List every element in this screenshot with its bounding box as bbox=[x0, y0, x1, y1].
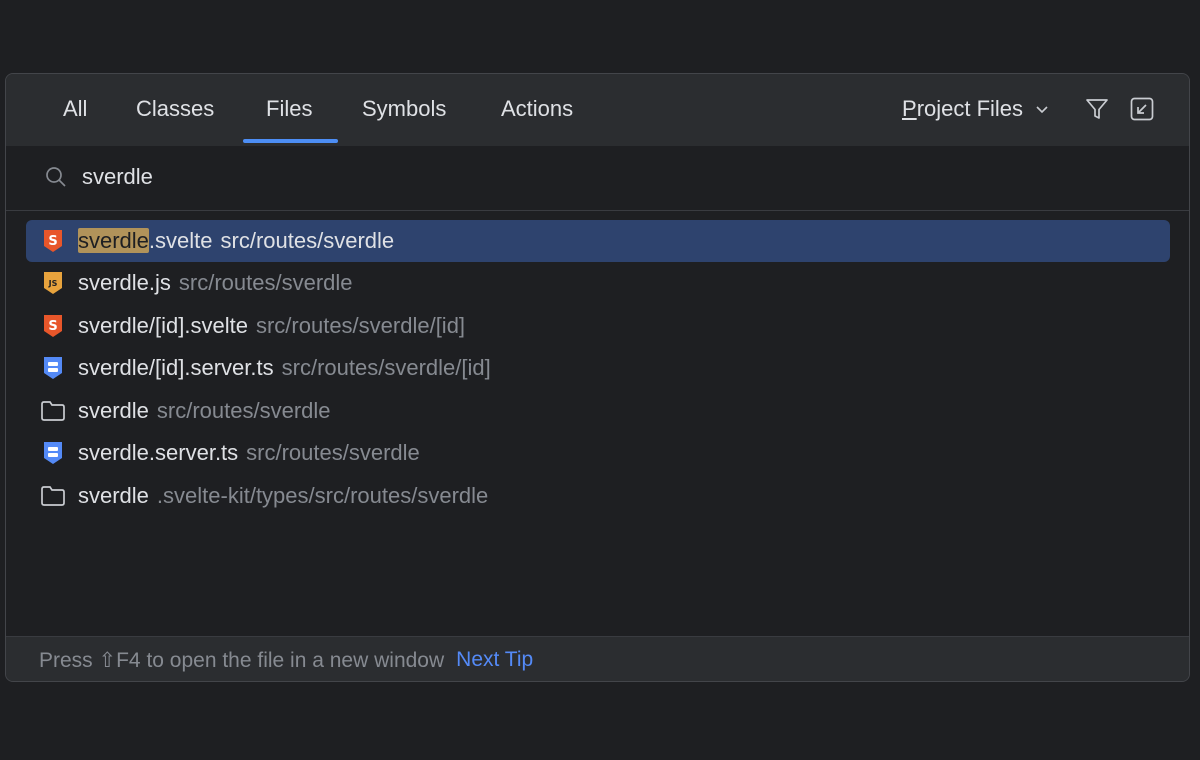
tab-files[interactable]: Files bbox=[266, 96, 312, 122]
result-path: src/routes/sverdle bbox=[220, 228, 395, 253]
popup-header: All Classes Files Symbols Actions Projec… bbox=[6, 74, 1189, 146]
result-path: src/routes/sverdle bbox=[156, 398, 331, 423]
result-row[interactable]: S sverdle/[id].svelte src/routes/sverdle… bbox=[26, 305, 1170, 347]
svg-text:S: S bbox=[48, 234, 57, 249]
results-list: S sverdle.svelte src/routes/sverdle JS s… bbox=[6, 210, 1189, 636]
result-name: sverdle.svelte bbox=[78, 228, 213, 253]
svelte-file-icon: S bbox=[40, 228, 66, 254]
scope-label: roject Files bbox=[916, 96, 1024, 121]
js-file-icon: JS bbox=[40, 270, 66, 296]
result-path: src/routes/sverdle/[id] bbox=[255, 313, 466, 338]
scope-dropdown[interactable]: Project Files bbox=[902, 96, 1049, 122]
tab-classes[interactable]: Classes bbox=[136, 96, 214, 122]
result-name: sverdle/[id].server.ts bbox=[78, 355, 274, 380]
open-in-tool-window-icon[interactable] bbox=[1129, 96, 1155, 122]
folder-icon bbox=[40, 398, 66, 424]
result-path: src/routes/sverdle/[id] bbox=[281, 355, 491, 380]
result-row[interactable]: sverdle.server.ts src/routes/sverdle bbox=[26, 432, 1170, 474]
result-row[interactable]: sverdle src/routes/sverdle bbox=[26, 390, 1170, 432]
search-bar bbox=[6, 146, 1189, 210]
svg-text:S: S bbox=[48, 319, 57, 334]
next-tip-link[interactable]: Next Tip bbox=[456, 648, 533, 672]
svelte-file-icon: S bbox=[40, 313, 66, 339]
tab-symbols[interactable]: Symbols bbox=[362, 96, 446, 122]
tip-text: Press ⇧F4 to open the file in a new wind… bbox=[39, 648, 445, 672]
folder-icon bbox=[40, 483, 66, 509]
result-name: sverdle/[id].svelte bbox=[78, 313, 248, 338]
tip-footer: Press ⇧F4 to open the file in a new wind… bbox=[6, 636, 1189, 681]
svg-text:JS: JS bbox=[48, 279, 58, 288]
result-name: sverdle.server.ts bbox=[78, 440, 239, 465]
result-row[interactable]: S sverdle.svelte src/routes/sverdle bbox=[26, 220, 1170, 262]
result-row[interactable]: sverdle/[id].server.ts src/routes/sverdl… bbox=[26, 347, 1170, 389]
filter-icon[interactable] bbox=[1084, 96, 1110, 122]
result-path: src/routes/sverdle bbox=[178, 270, 353, 295]
scope-mnemonic: P bbox=[902, 96, 917, 121]
result-name: sverdle.js bbox=[78, 270, 171, 295]
result-name: sverdle bbox=[78, 483, 149, 508]
chevron-down-icon bbox=[1036, 106, 1048, 114]
search-input[interactable] bbox=[82, 159, 1132, 195]
tab-actions[interactable]: Actions bbox=[501, 96, 573, 122]
result-path: src/routes/sverdle bbox=[246, 440, 420, 465]
tab-all[interactable]: All bbox=[63, 96, 87, 122]
active-tab-indicator bbox=[243, 139, 338, 143]
search-everywhere-popup: All Classes Files Symbols Actions Projec… bbox=[5, 73, 1190, 682]
result-row[interactable]: sverdle .svelte-kit/types/src/routes/sve… bbox=[26, 475, 1170, 517]
search-icon bbox=[46, 167, 66, 187]
server-ts-file-icon bbox=[40, 355, 66, 381]
result-row[interactable]: JS sverdle.js src/routes/sverdle bbox=[26, 262, 1170, 304]
server-ts-file-icon bbox=[40, 440, 66, 466]
match-highlight: sverdle bbox=[78, 228, 149, 253]
result-path: .svelte-kit/types/src/routes/sverdle bbox=[156, 483, 489, 508]
result-name: sverdle bbox=[78, 398, 149, 423]
